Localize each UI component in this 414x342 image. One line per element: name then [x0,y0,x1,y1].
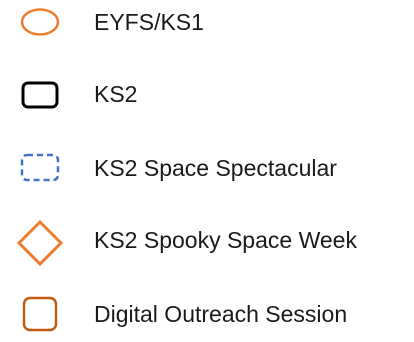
legend-label-ks2: KS2 [94,81,138,107]
rounded-rect-shape [21,81,59,109]
legend-item-digital-outreach-session: Digital Outreach Session [0,286,414,342]
legend-label-eyfs-ks1: EYFS/KS1 [94,9,204,35]
legend-label-digital-outreach-session: Digital Outreach Session [94,301,348,327]
orange-diamond-icon [16,219,64,267]
outreach-rect-shape [22,296,58,332]
diamond-shape [16,219,64,267]
legend-item-ks2: KS2 [0,66,414,122]
legend: EYFS/KS1 KS2 KS2 Space Spectacular KS2 S… [0,0,414,338]
dashed-rect-shape [20,153,60,182]
legend-label-ks2-space-spectacular: KS2 Space Spectacular [94,155,337,181]
legend-item-eyfs-ks1: EYFS/KS1 [0,0,414,50]
legend-item-ks2-space-spectacular: KS2 Space Spectacular [0,140,414,196]
blue-dashed-rect-icon [20,153,60,182]
orange-ellipse-icon [20,8,60,36]
orange-brown-rounded-rect-icon [22,296,58,332]
black-rounded-rect-icon [21,81,59,109]
legend-item-ks2-spooky-space-week: KS2 Spooky Space Week [0,212,414,268]
ellipse-shape [20,8,60,36]
legend-label-ks2-spooky-space-week: KS2 Spooky Space Week [94,227,357,253]
